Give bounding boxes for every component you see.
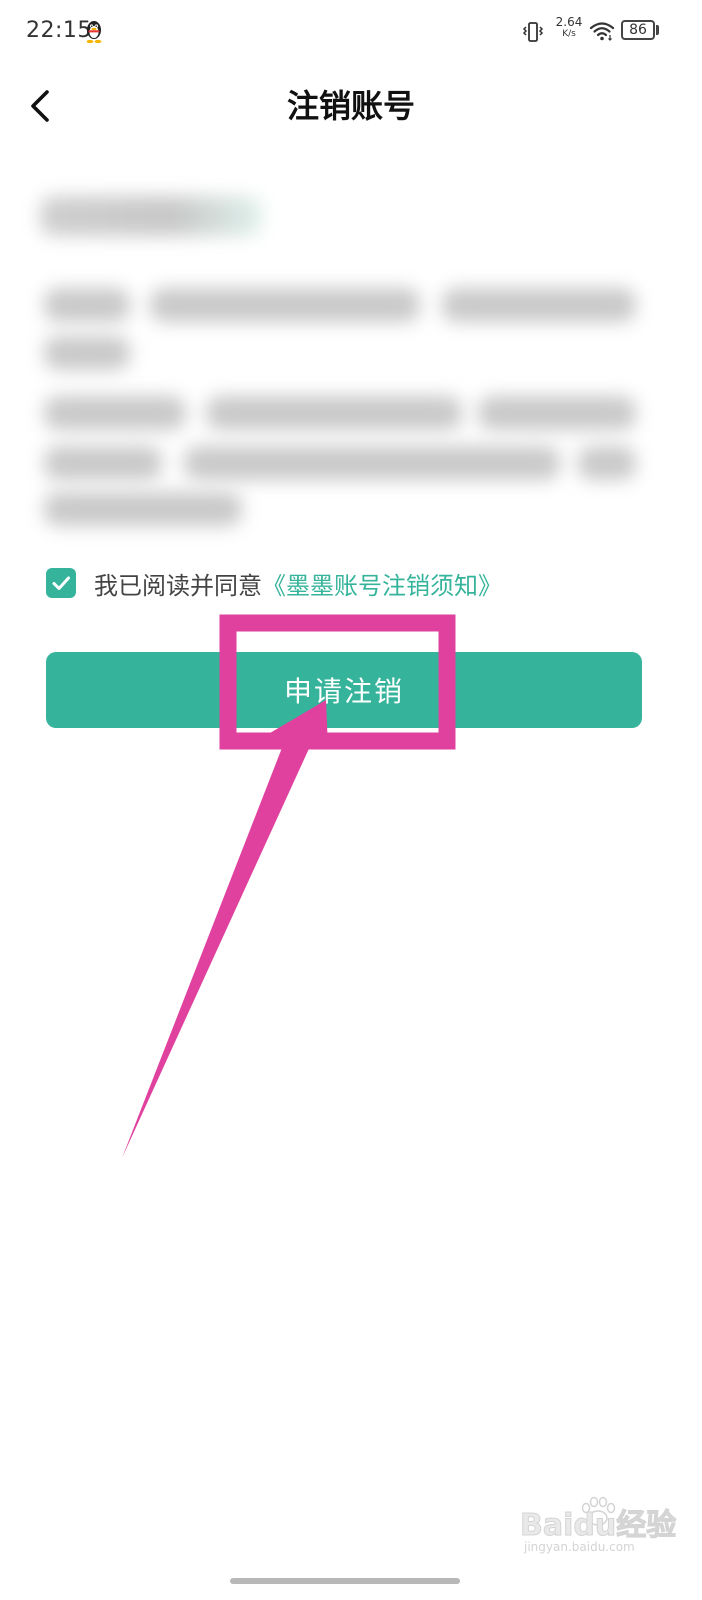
net-speed-value: 2.64 <box>555 15 583 29</box>
checkmark-icon <box>52 576 70 590</box>
baidu-watermark: Baidu经验 jingyan.baidu.com <box>519 1496 677 1562</box>
blurred-line <box>44 492 242 526</box>
agreement-text: 我已阅读并同意 <box>94 571 262 600</box>
status-time: 22:15 <box>26 18 92 43</box>
vibrate-icon <box>522 22 544 42</box>
home-indicator[interactable] <box>230 1578 460 1584</box>
blurred-line <box>478 396 636 430</box>
battery-nub <box>656 25 659 35</box>
apply-deregistration-button[interactable]: 申请注销 <box>46 652 642 728</box>
blurred-line <box>44 396 186 430</box>
page-title: 注销账号 <box>286 87 415 125</box>
battery-icon: 86 <box>621 20 655 40</box>
watermark-url: jingyan.baidu.com <box>524 1540 635 1554</box>
blurred-line <box>44 336 130 370</box>
blurred-line <box>184 446 560 480</box>
blurred-heading <box>40 196 262 236</box>
blurred-line <box>206 396 462 430</box>
blurred-line <box>150 288 420 322</box>
chevron-left-icon[interactable] <box>22 84 58 128</box>
annotation-arrow <box>122 700 328 1158</box>
blurred-line <box>578 446 636 480</box>
net-speed-unit: K/s <box>562 29 576 39</box>
status-bar: 22:15 2.64 K/s 86 <box>0 0 702 64</box>
blurred-notice-content <box>0 170 702 540</box>
wifi-icon <box>589 22 615 41</box>
watermark-brand: Baidu经验 <box>519 1508 677 1544</box>
agreement-checkbox[interactable] <box>46 568 76 598</box>
battery-level: 86 <box>629 22 647 38</box>
net-speed: 2.64 K/s <box>554 16 584 39</box>
blurred-line <box>442 288 636 322</box>
blurred-line <box>44 446 162 480</box>
qq-icon <box>86 21 102 44</box>
agreement-row: 我已阅读并同意 《墨墨账号注销须知》 <box>46 566 502 600</box>
blurred-line <box>44 288 130 322</box>
agreement-link[interactable]: 《墨墨账号注销须知》 <box>262 566 502 601</box>
